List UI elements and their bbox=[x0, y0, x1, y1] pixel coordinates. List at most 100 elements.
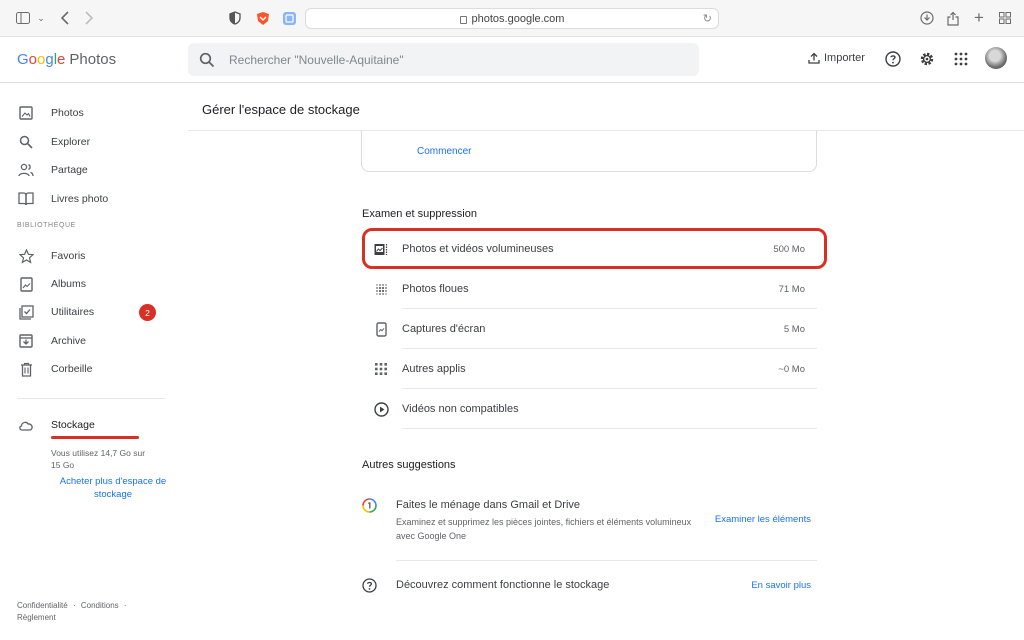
suggestion-storage-info: Découvrez comment fonctionne le stockage… bbox=[362, 577, 817, 597]
storage-usage-text: Vous utilisez 14,7 Go sur 15 Go bbox=[51, 448, 146, 470]
start-link[interactable]: Commencer bbox=[417, 146, 471, 157]
apps-grid-icon bbox=[373, 361, 389, 377]
sidebar-item-favoris[interactable]: Favoris bbox=[0, 244, 175, 268]
sidebar-item-label: Albums bbox=[51, 278, 87, 290]
reload-icon[interactable]: ↻ bbox=[703, 12, 712, 25]
review-row-unsupported-videos[interactable]: Vidéos non compatibles bbox=[362, 389, 817, 429]
sidebar-item-label: Stockage bbox=[51, 419, 95, 431]
logo-letter: o bbox=[28, 51, 38, 68]
chevron-down-icon[interactable]: ⌄ bbox=[32, 9, 50, 27]
rules-link[interactable]: Règlement bbox=[17, 613, 56, 622]
sidebar-item-stockage[interactable]: Stockage bbox=[0, 413, 175, 437]
sidebar-item-label: Utilitaires bbox=[51, 306, 95, 318]
suggestion-divider bbox=[396, 560, 817, 561]
google-one-icon bbox=[362, 498, 378, 514]
sidebar-item-corbeille[interactable]: Corbeille bbox=[0, 357, 175, 381]
privacy-shield-icon[interactable] bbox=[226, 9, 244, 27]
logo-product-name: Photos bbox=[69, 51, 117, 68]
sidebar-item-label: Photos bbox=[51, 107, 84, 119]
sidebar-item-label: Archive bbox=[51, 335, 87, 347]
archive-icon bbox=[18, 333, 34, 349]
tab-overview-icon[interactable] bbox=[996, 9, 1014, 27]
sidebar-item-label: Explorer bbox=[51, 136, 91, 148]
app-header: Google Photos Rechercher "Nouvelle-Aquit… bbox=[0, 37, 1024, 83]
sidebar-item-archive[interactable]: Archive bbox=[0, 329, 175, 353]
review-row-other-apps[interactable]: Autres applis ~0 Mo bbox=[362, 349, 817, 389]
conditions-link[interactable]: Conditions bbox=[81, 601, 119, 610]
play-circle-icon bbox=[373, 401, 389, 417]
highlight-outline bbox=[362, 228, 827, 269]
learn-more-link[interactable]: En savoir plus bbox=[751, 580, 811, 591]
brave-shield-icon[interactable] bbox=[254, 9, 272, 27]
help-icon bbox=[362, 578, 378, 594]
top-card: Commencer bbox=[361, 131, 817, 172]
book-icon bbox=[18, 191, 34, 207]
storage-usage-bar bbox=[51, 436, 139, 439]
library-section-label: BIBLIOTHÈQUE bbox=[17, 222, 76, 229]
sidebar-item-albums[interactable]: Albums bbox=[0, 272, 175, 296]
import-button[interactable]: Importer bbox=[808, 52, 865, 64]
sidebar-toggle-icon[interactable] bbox=[14, 9, 32, 27]
row-divider bbox=[402, 428, 817, 429]
suggestion-title: Découvrez comment fonctionne le stockage bbox=[396, 579, 610, 591]
suggestion-description: Examinez et supprimez les pièces jointes… bbox=[396, 517, 692, 541]
utilities-icon bbox=[18, 304, 34, 320]
sidebar-item-partage[interactable]: Partage bbox=[0, 158, 175, 182]
review-row-label: Autres applis bbox=[402, 363, 466, 375]
review-row-label: Captures d'écran bbox=[402, 323, 486, 335]
image-icon bbox=[18, 105, 34, 121]
footer-separator: · bbox=[72, 601, 76, 610]
download-icon[interactable] bbox=[918, 9, 936, 27]
footer-links: Confidentialité · Conditions · Règlement bbox=[17, 600, 127, 624]
address-bar[interactable]: photos.google.com ↻ bbox=[305, 8, 719, 29]
back-icon[interactable] bbox=[56, 9, 74, 27]
star-icon bbox=[18, 248, 34, 264]
album-icon bbox=[18, 276, 34, 292]
suggestion-gmail-drive: Faites le ménage dans Gmail et Drive Exa… bbox=[362, 497, 817, 557]
extension-icon[interactable] bbox=[280, 9, 298, 27]
sidebar-item-utilitaires[interactable]: Utilitaires 2 bbox=[0, 300, 175, 324]
upload-icon bbox=[808, 52, 820, 64]
sidebar-item-photos[interactable]: Photos bbox=[0, 101, 175, 125]
review-row-label: Vidéos non compatibles bbox=[402, 403, 519, 415]
review-row-size: 71 Mo bbox=[778, 284, 805, 295]
sidebar-item-explorer[interactable]: Explorer bbox=[0, 130, 175, 154]
gear-icon[interactable] bbox=[918, 50, 936, 68]
sidebar-item-label: Favoris bbox=[51, 250, 86, 262]
suggestion-title: Faites le ménage dans Gmail et Drive bbox=[396, 499, 581, 511]
apps-grid-icon[interactable] bbox=[952, 50, 970, 68]
help-icon[interactable] bbox=[884, 50, 902, 68]
buy-storage-link[interactable]: Acheter plus d'espace de stockage bbox=[48, 475, 178, 501]
sidebar-item-label: Partage bbox=[51, 164, 88, 176]
page-title: Gérer l'espace de stockage bbox=[202, 102, 360, 117]
review-row-size: ~0 Mo bbox=[778, 364, 805, 375]
sidebar-item-label: Corbeille bbox=[51, 363, 93, 375]
sidebar-divider bbox=[17, 398, 165, 399]
review-items-link[interactable]: Examiner les éléments bbox=[715, 514, 811, 525]
search-bar[interactable]: Rechercher "Nouvelle-Aquitaine" bbox=[188, 43, 699, 76]
other-suggestions-heading: Autres suggestions bbox=[362, 459, 456, 471]
sidebar-item-livres-photo[interactable]: Livres photo bbox=[0, 187, 175, 211]
notification-badge: 2 bbox=[139, 304, 156, 321]
search-input[interactable]: Rechercher "Nouvelle-Aquitaine" bbox=[229, 53, 404, 67]
avatar[interactable] bbox=[985, 47, 1007, 69]
logo-letter: g bbox=[45, 51, 54, 68]
forward-icon[interactable] bbox=[80, 9, 98, 27]
share-icon[interactable] bbox=[944, 9, 962, 27]
sidebar-item-label: Livres photo bbox=[51, 193, 109, 205]
logo-letter: o bbox=[37, 51, 46, 68]
search-icon[interactable] bbox=[199, 52, 215, 68]
new-tab-icon[interactable]: + bbox=[970, 8, 988, 27]
review-row-label: Photos floues bbox=[402, 283, 469, 295]
review-row-screenshots[interactable]: Captures d'écran 5 Mo bbox=[362, 309, 817, 349]
logo-letter: e bbox=[57, 51, 66, 68]
screenshot-icon bbox=[373, 321, 389, 337]
cloud-icon bbox=[18, 417, 34, 433]
browser-toolbar: ⌄ photos.google.com ↻ + bbox=[0, 0, 1024, 37]
review-section-heading: Examen et suppression bbox=[362, 208, 477, 220]
google-photos-logo[interactable]: Google Photos bbox=[17, 51, 116, 68]
privacy-link[interactable]: Confidentialité bbox=[17, 601, 68, 610]
blur-icon bbox=[373, 281, 389, 297]
review-row-blurry-photos[interactable]: Photos floues 71 Mo bbox=[362, 269, 817, 309]
review-row-size: 5 Mo bbox=[783, 324, 805, 335]
